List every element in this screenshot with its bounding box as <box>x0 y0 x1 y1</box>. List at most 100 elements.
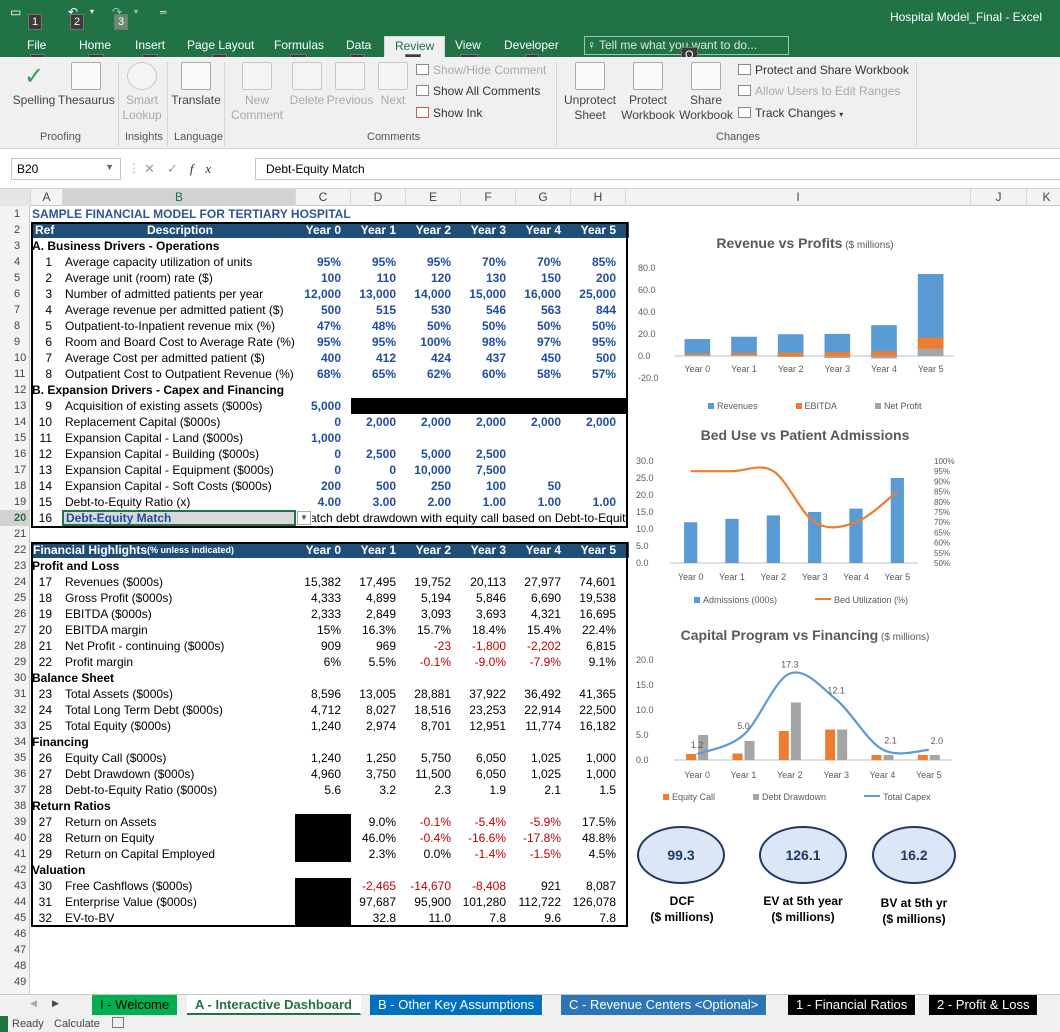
ref-cell[interactable]: 32 <box>32 910 52 926</box>
value-cell[interactable]: 25,000 <box>571 286 616 302</box>
protect-and-share-button[interactable]: Protect and Share Workbook <box>738 63 909 77</box>
value-cell[interactable]: -0.4% <box>406 830 451 846</box>
value-cell[interactable]: 18,516 <box>406 702 451 718</box>
row-header[interactable]: 17 <box>0 462 30 478</box>
value-cell[interactable]: -5.9% <box>516 814 561 830</box>
row-header[interactable]: 3 <box>0 238 30 254</box>
value-cell[interactable]: 2,000 <box>571 414 616 430</box>
sheet-tab[interactable]: 2 - Profit & Loss <box>929 995 1039 1015</box>
macro-record-icon[interactable] <box>112 1017 124 1028</box>
column-header-d[interactable]: D <box>351 189 406 206</box>
value-cell[interactable]: 0 <box>296 462 341 478</box>
row-header[interactable]: 36 <box>0 766 30 782</box>
value-cell[interactable] <box>406 430 451 446</box>
column-header-cell[interactable]: Ref <box>35 222 55 238</box>
column-header-f[interactable]: F <box>461 189 516 206</box>
column-header-cell[interactable]: Year 4 <box>516 222 561 238</box>
value-cell[interactable] <box>516 446 561 462</box>
tab-formulas[interactable]: Formulas <box>274 38 324 52</box>
value-cell[interactable]: 97,687 <box>351 894 396 910</box>
sheet-tab[interactable]: C - Revenue Centers <Optional> <box>561 995 768 1015</box>
scroll-right-icon[interactable]: ▶ <box>52 998 59 1009</box>
row-header[interactable]: 2 <box>0 222 30 238</box>
value-cell[interactable]: 22,500 <box>571 702 616 718</box>
value-cell[interactable]: 36,492 <box>516 686 561 702</box>
description-cell[interactable]: Debt Drawdown ($000s) <box>65 766 295 782</box>
value-cell[interactable]: 4,321 <box>516 606 561 622</box>
allow-users-edit-ranges-button[interactable]: Allow Users to Edit Ranges <box>738 84 900 98</box>
value-cell[interactable]: 2.00 <box>406 494 451 510</box>
value-cell[interactable]: 500 <box>296 302 341 318</box>
section-heading[interactable]: Return Ratios <box>32 798 332 814</box>
function-icon[interactable]: fx <box>190 161 223 176</box>
value-cell[interactable]: 62% <box>406 366 451 382</box>
value-cell[interactable]: 1,000 <box>296 430 341 446</box>
value-cell[interactable]: 2,500 <box>461 446 506 462</box>
value-cell[interactable]: -2,465 <box>351 878 396 894</box>
value-cell[interactable]: -23 <box>406 638 451 654</box>
next-comment-button[interactable]: Next <box>376 62 410 108</box>
section-heading[interactable]: Balance Sheet <box>32 670 332 686</box>
value-cell[interactable]: 41,365 <box>571 686 616 702</box>
value-cell[interactable]: 15.7% <box>406 622 451 638</box>
ref-cell[interactable]: 8 <box>32 366 52 382</box>
value-cell[interactable]: 20,113 <box>461 574 506 590</box>
column-header-cell[interactable]: Year 1 <box>351 542 396 558</box>
ref-cell[interactable]: 14 <box>32 478 52 494</box>
value-cell[interactable]: 8,701 <box>406 718 451 734</box>
value-cell[interactable]: 250 <box>406 478 451 494</box>
row-header[interactable]: 26 <box>0 606 30 622</box>
ref-cell[interactable]: 4 <box>32 302 52 318</box>
value-cell[interactable]: 1.00 <box>571 494 616 510</box>
value-cell[interactable]: 515 <box>351 302 396 318</box>
row-header[interactable]: 43 <box>0 878 30 894</box>
row-header[interactable]: 35 <box>0 750 30 766</box>
column-header-b[interactable]: B <box>63 189 296 206</box>
ref-cell[interactable]: 1 <box>32 254 52 270</box>
ref-cell[interactable]: 9 <box>32 398 52 414</box>
row-header[interactable]: 11 <box>0 366 30 382</box>
protect-workbook-button[interactable]: Protect Workbook <box>618 62 678 123</box>
value-cell[interactable]: 15% <box>296 622 341 638</box>
column-header-cell[interactable]: Description <box>65 222 295 238</box>
row-header[interactable]: 16 <box>0 446 30 462</box>
description-cell[interactable]: Expansion Capital - Soft Costs ($000s) <box>65 478 295 494</box>
value-cell[interactable]: 95% <box>296 254 341 270</box>
description-cell[interactable]: Average revenue per admitted patient ($) <box>65 302 295 318</box>
value-cell[interactable]: 844 <box>571 302 616 318</box>
resize-handle-icon[interactable]: ⋮ <box>128 161 140 175</box>
value-cell[interactable]: 15.4% <box>516 622 561 638</box>
column-header-g[interactable]: G <box>516 189 571 206</box>
value-cell[interactable]: 85% <box>571 254 616 270</box>
description-cell[interactable]: Outpatient-to-Inpatient revenue mix (%) <box>65 318 295 334</box>
row-header[interactable]: 39 <box>0 814 30 830</box>
ref-cell[interactable]: 19 <box>32 606 52 622</box>
row-header[interactable]: 20 <box>0 510 30 526</box>
value-cell[interactable]: 9.0% <box>351 814 396 830</box>
value-cell[interactable]: 32.8 <box>351 910 396 926</box>
value-cell[interactable]: 5,000 <box>406 446 451 462</box>
ref-cell[interactable]: 20 <box>32 622 52 638</box>
tab-file[interactable]: File <box>27 38 46 52</box>
value-cell[interactable]: 37,922 <box>461 686 506 702</box>
value-cell[interactable]: 2,000 <box>461 414 506 430</box>
row-header[interactable]: 24 <box>0 574 30 590</box>
value-cell[interactable]: 14,000 <box>406 286 451 302</box>
value-cell[interactable]: 65% <box>351 366 396 382</box>
description-cell[interactable]: Average capacity utilization of units <box>65 254 295 270</box>
value-cell[interactable]: 112,722 <box>516 894 562 910</box>
description-cell[interactable]: Expansion Capital - Building ($000s) <box>65 446 295 462</box>
value-cell[interactable]: 1,000 <box>571 750 616 766</box>
show-hide-comment-button[interactable]: Show/Hide Comment <box>416 63 546 77</box>
ref-cell[interactable]: 27 <box>32 766 52 782</box>
column-header-cell[interactable]: Year 5 <box>571 542 616 558</box>
description-cell[interactable]: Total Equity ($000s) <box>65 718 295 734</box>
ref-cell[interactable]: 25 <box>32 718 52 734</box>
ref-cell[interactable]: 31 <box>32 894 52 910</box>
value-cell[interactable]: 5,846 <box>461 590 506 606</box>
row-header[interactable]: 48 <box>0 958 30 974</box>
description-cell[interactable]: Return on Capital Employed <box>65 846 295 862</box>
row-header[interactable]: 14 <box>0 414 30 430</box>
description-cell[interactable]: Enterprise Value ($000s) <box>65 894 295 910</box>
value-cell[interactable]: 110 <box>351 270 396 286</box>
